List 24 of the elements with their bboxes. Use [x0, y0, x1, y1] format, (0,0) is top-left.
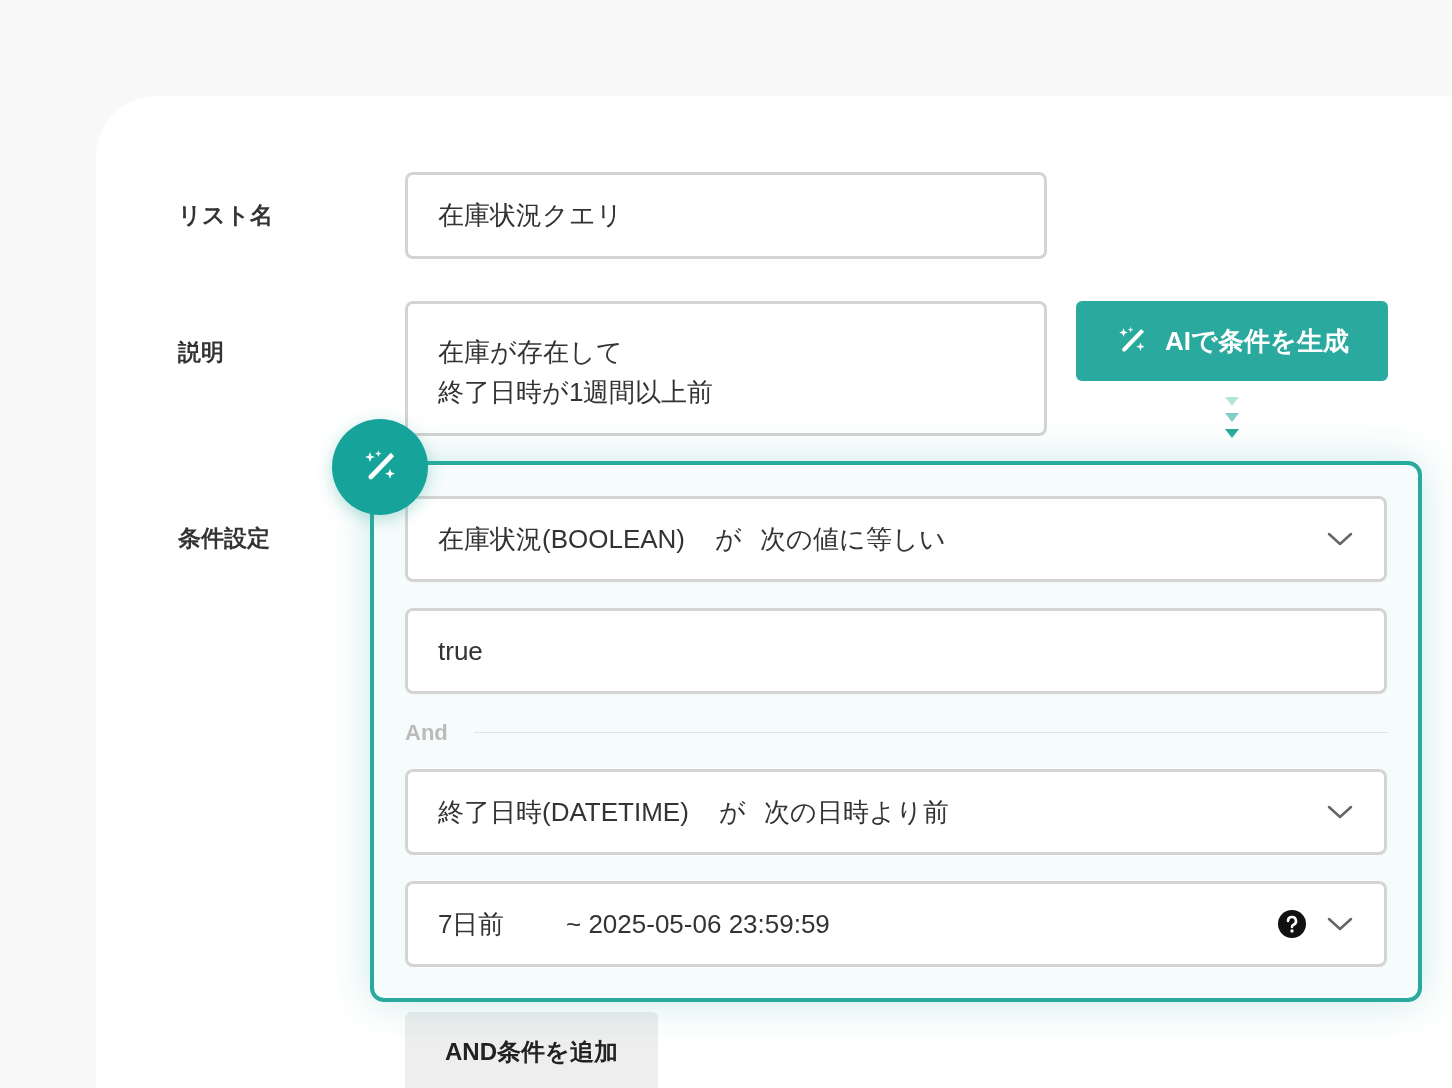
verb-text: が	[715, 522, 743, 556]
condition-select[interactable]: 終了日時(DATETIME) が 次の日時より前	[405, 769, 1387, 855]
field-label: 条件設定	[178, 525, 270, 551]
operator-text: 次の日時より前	[763, 795, 950, 829]
field-label: リスト名	[178, 202, 273, 229]
relative-date: 7日前	[438, 907, 506, 941]
field-name: 在庫状況(BOOLEAN)	[438, 522, 686, 556]
verb-text: が	[718, 795, 746, 829]
date-range: ~ 2025-05-06 23:59:59	[566, 907, 831, 941]
field-label: 説明	[178, 339, 224, 365]
help-icon[interactable]	[1278, 910, 1306, 938]
add-and-condition-button[interactable]: AND条件を追加	[405, 1012, 658, 1088]
chevron-down-icon	[1326, 804, 1354, 820]
list-name-field[interactable]: 在庫状況クエリ	[405, 172, 1047, 259]
chevron-down-icon	[1326, 916, 1354, 932]
condition-select[interactable]: 在庫状況(BOOLEAN) が 次の値に等しい	[405, 496, 1387, 582]
and-separator-label: And	[405, 719, 448, 747]
field-name: 終了日時(DATETIME)	[438, 795, 689, 829]
operator-text: 次の値に等しい	[760, 522, 948, 556]
date-select[interactable]: 7日前 ~ 2025-05-06 23:59:59	[405, 881, 1387, 967]
description-field[interactable]: 在庫が存在して 終了日時が1週間以上前	[405, 301, 1047, 436]
down-arrows-icon	[1224, 397, 1240, 439]
chevron-down-icon	[1326, 531, 1354, 547]
value-field[interactable]: true	[405, 608, 1387, 694]
